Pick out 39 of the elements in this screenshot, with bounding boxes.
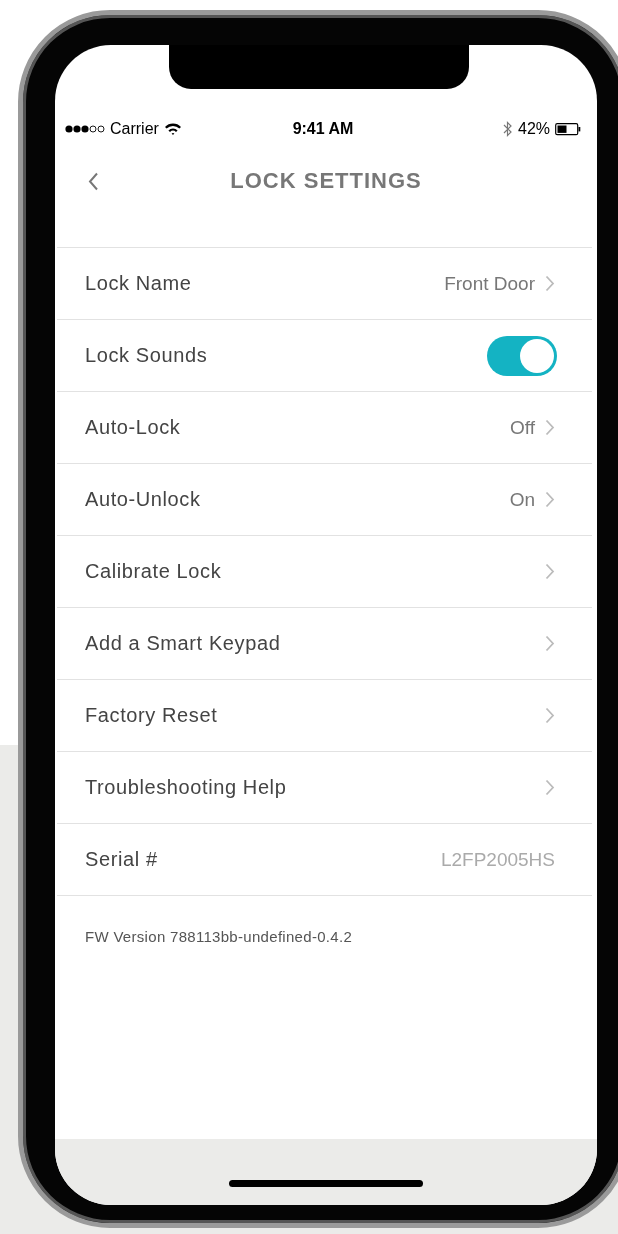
chevron-icon (545, 635, 555, 652)
row-label: Lock Sounds (85, 344, 208, 367)
signal-icon (65, 124, 105, 134)
chevron-icon (545, 779, 555, 796)
row-label: Add a Smart Keypad (85, 632, 281, 655)
settings-row[interactable]: Troubleshooting Help (57, 752, 592, 824)
row-label: Factory Reset (85, 704, 218, 727)
status-time: 9:41 AM (292, 120, 354, 138)
row-label: Serial # (85, 848, 158, 871)
toggle-switch[interactable] (487, 335, 557, 376)
settings-row[interactable]: Add a Smart Keypad (57, 608, 592, 680)
chevron-icon (545, 563, 555, 580)
row-value: Off (510, 416, 535, 439)
settings-row[interactable]: Factory Reset (57, 680, 592, 752)
row-value: On (509, 488, 535, 511)
wifi-icon (163, 122, 182, 136)
battery-percent: 42% (518, 120, 550, 138)
settings-row[interactable]: Calibrate Lock (57, 536, 592, 608)
row-label: Lock Name (85, 272, 192, 295)
row-label: Calibrate Lock (85, 560, 222, 583)
row-label: Auto-Unlock (85, 488, 201, 511)
settings-row[interactable]: Auto-Unlock On (57, 464, 592, 536)
firmware-version: FW Version 788113bb-undefined-0.4.2 (85, 928, 354, 945)
chevron-icon (545, 707, 555, 724)
row-label: Troubleshooting Help (85, 776, 287, 799)
bluetooth-icon (502, 121, 513, 137)
screen-title: LOCK SETTINGS (230, 168, 422, 194)
chevron-icon (545, 491, 555, 508)
chevron-icon (545, 419, 555, 436)
serial-number: L2FP2005HS (440, 848, 555, 871)
settings-row[interactable]: Lock Name Front Door (57, 248, 592, 320)
battery-icon (555, 122, 581, 136)
settings-row[interactable]: Auto-Lock Off (57, 392, 592, 464)
row-label: Auto-Lock (85, 416, 181, 439)
chevron-icon (545, 275, 555, 292)
settings-row[interactable]: Lock Sounds (57, 320, 592, 392)
carrier-name: Carrier (110, 120, 159, 138)
back-icon (88, 172, 99, 191)
row-value: Front Door (444, 272, 535, 295)
